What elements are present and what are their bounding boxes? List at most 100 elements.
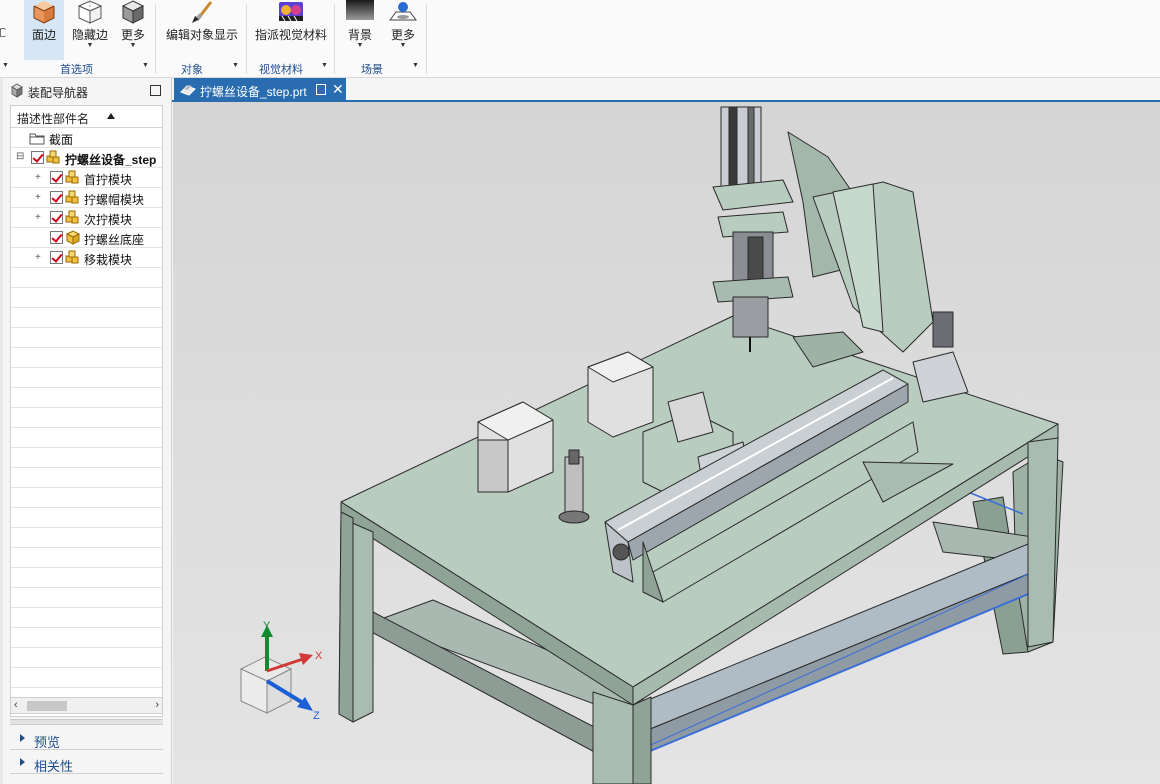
folder-icon (29, 133, 45, 145)
tree-empty-row (11, 488, 162, 508)
assembly-icon (46, 150, 60, 164)
document-tab-title: 拧螺丝设备_step.prt (200, 85, 307, 99)
ribbon-partial-button[interactable]: ℂ (0, 0, 10, 60)
tree-row-label: 次拧模块 (84, 213, 133, 227)
expand-icon[interactable]: + (35, 212, 41, 223)
visibility-checkbox[interactable] (50, 171, 63, 184)
scene-more-icon (389, 2, 417, 21)
tree-empty-row (11, 268, 162, 288)
group-scene-label: 场景 (361, 64, 383, 76)
group-preferences-label: 首选项 (60, 64, 93, 76)
panel-splitter[interactable] (10, 719, 163, 725)
tree-empty-row (11, 508, 162, 528)
tree-row-label: 移栽模块 (84, 253, 133, 267)
assembly-icon (65, 250, 79, 264)
scroll-right-icon[interactable]: › (155, 699, 159, 711)
part-file-icon (180, 85, 196, 96)
hidden-edge-cube-icon (77, 0, 103, 24)
group-object-label: 对象 (181, 64, 203, 76)
tree-empty-row (11, 348, 162, 368)
tree-row-label: 拧螺帽模块 (84, 193, 145, 207)
assembly-navigator-panel: 装配导航器 描述性部件名 截面 ⊟ 拧螺丝设备_step + 首拧模块 + 拧螺… (0, 78, 172, 784)
assembly-navigator-icon (11, 83, 23, 98)
tree-empty-row (11, 408, 162, 428)
expand-arrow-icon (20, 734, 25, 742)
assign-visual-material-button[interactable]: 指派视觉材料 (252, 0, 330, 60)
collapse-icon[interactable]: ⊟ (16, 151, 24, 162)
tree-row-assembly[interactable]: + 次拧模块 (11, 208, 162, 228)
tree-empty-row (11, 628, 162, 648)
expand-icon[interactable]: + (35, 192, 41, 203)
close-icon[interactable]: ✕ (332, 81, 344, 98)
tree-row-part[interactable]: 拧螺丝底座 (11, 228, 162, 248)
coordinate-triad (239, 625, 313, 714)
expand-icon[interactable]: + (35, 172, 41, 183)
dependencies-panel-header[interactable]: 相关性 (10, 752, 163, 774)
visibility-checkbox[interactable] (50, 191, 63, 204)
scroll-thumb[interactable] (27, 701, 67, 711)
tree-row-root[interactable]: ⊟ 拧螺丝设备_step (11, 148, 162, 168)
tree-empty-row (11, 388, 162, 408)
tree-horizontal-scrollbar[interactable]: ‹ › (10, 697, 163, 714)
maximize-icon[interactable] (150, 85, 161, 96)
preview-panel-header[interactable]: 预览 (10, 728, 163, 750)
navigator-title-bar: 装配导航器 (6, 80, 166, 102)
tree-row-label: 首拧模块 (84, 173, 133, 187)
hidden-edge-label: 隐藏边 (71, 28, 108, 42)
ribbon-separator (246, 4, 247, 74)
undock-icon[interactable] (316, 84, 326, 95)
edit-object-display-label: 编辑对象显示 (165, 28, 238, 42)
group-visual-material-dropdown-icon[interactable]: ▼ (321, 62, 328, 69)
style-more-button[interactable]: 更多 ▼ (116, 0, 150, 60)
tree-empty-row (11, 448, 162, 468)
resource-bar-strip[interactable] (0, 78, 3, 784)
assign-visual-material-label: 指派视觉材料 (254, 28, 327, 42)
background-button[interactable]: 背景 ▼ (340, 0, 380, 60)
document-tab-bar: 拧螺丝设备_step.prt ✕ (172, 78, 1160, 102)
scene-more-dropdown-icon[interactable]: ▼ (400, 42, 407, 49)
group-scene-dropdown-icon[interactable]: ▼ (412, 62, 419, 69)
column-header-label: 描述性部件名 (17, 112, 90, 126)
part-icon (65, 230, 80, 245)
graphics-viewport[interactable]: Y X Z (173, 102, 1160, 784)
hidden-edge-dropdown-icon[interactable]: ▼ (87, 42, 94, 49)
background-icon (346, 0, 374, 20)
group-preferences-dropdown-icon[interactable]: ▼ (142, 62, 149, 69)
triad-x-label: X (315, 650, 323, 662)
dependencies-label: 相关性 (34, 759, 74, 774)
scene-more-label: 更多 (390, 28, 415, 42)
background-label: 背景 (347, 28, 372, 42)
tree-row-assembly[interactable]: + 拧螺帽模块 (11, 188, 162, 208)
style-more-dropdown-icon[interactable]: ▼ (130, 42, 137, 49)
more-cube-icon (121, 0, 145, 24)
tree-row-sections[interactable]: 截面 (11, 128, 162, 148)
edit-object-display-button[interactable]: 编辑对象显示 (162, 0, 242, 60)
background-dropdown-icon[interactable]: ▼ (357, 42, 364, 49)
scroll-left-icon[interactable]: ‹ (14, 699, 18, 711)
group-object-dropdown-icon[interactable]: ▼ (232, 62, 239, 69)
tree-column-header[interactable]: 描述性部件名 (11, 106, 162, 128)
style-more-label: 更多 (120, 28, 145, 42)
group-visual-material-label: 视觉材料 (259, 64, 303, 76)
scene-more-button[interactable]: 更多 ▼ (384, 0, 422, 60)
visibility-checkbox[interactable] (31, 151, 44, 164)
visibility-checkbox[interactable] (50, 231, 63, 244)
face-edge-button[interactable]: 面边 (24, 0, 64, 60)
visibility-checkbox[interactable] (50, 211, 63, 224)
navigator-title: 装配导航器 (28, 86, 89, 100)
shaded-cube-icon (33, 1, 55, 24)
tree-row-label: 拧螺丝底座 (84, 233, 145, 247)
visibility-checkbox[interactable] (50, 251, 63, 264)
visual-material-icon (279, 2, 303, 22)
group-left-dropdown-icon[interactable]: ▼ (2, 62, 9, 69)
ribbon-separator (426, 4, 427, 74)
document-tab[interactable]: 拧螺丝设备_step.prt ✕ (174, 78, 346, 102)
tree-row-assembly[interactable]: + 移栽模块 (11, 248, 162, 268)
expand-icon[interactable]: + (35, 252, 41, 263)
hidden-edge-button[interactable]: 隐藏边 ▼ (70, 0, 110, 60)
ribbon-toolbar: ℂ 面边 隐藏边 ▼ 更多 ▼ 首选项 ▼ ▼ 编辑对象显示 对象 ▼ 指派视觉… (0, 0, 1160, 78)
face-edge-label: 面边 (31, 28, 56, 42)
tree-row-assembly[interactable]: + 首拧模块 (11, 168, 162, 188)
sort-ascending-icon[interactable] (107, 113, 115, 119)
tree-empty-row (11, 468, 162, 488)
